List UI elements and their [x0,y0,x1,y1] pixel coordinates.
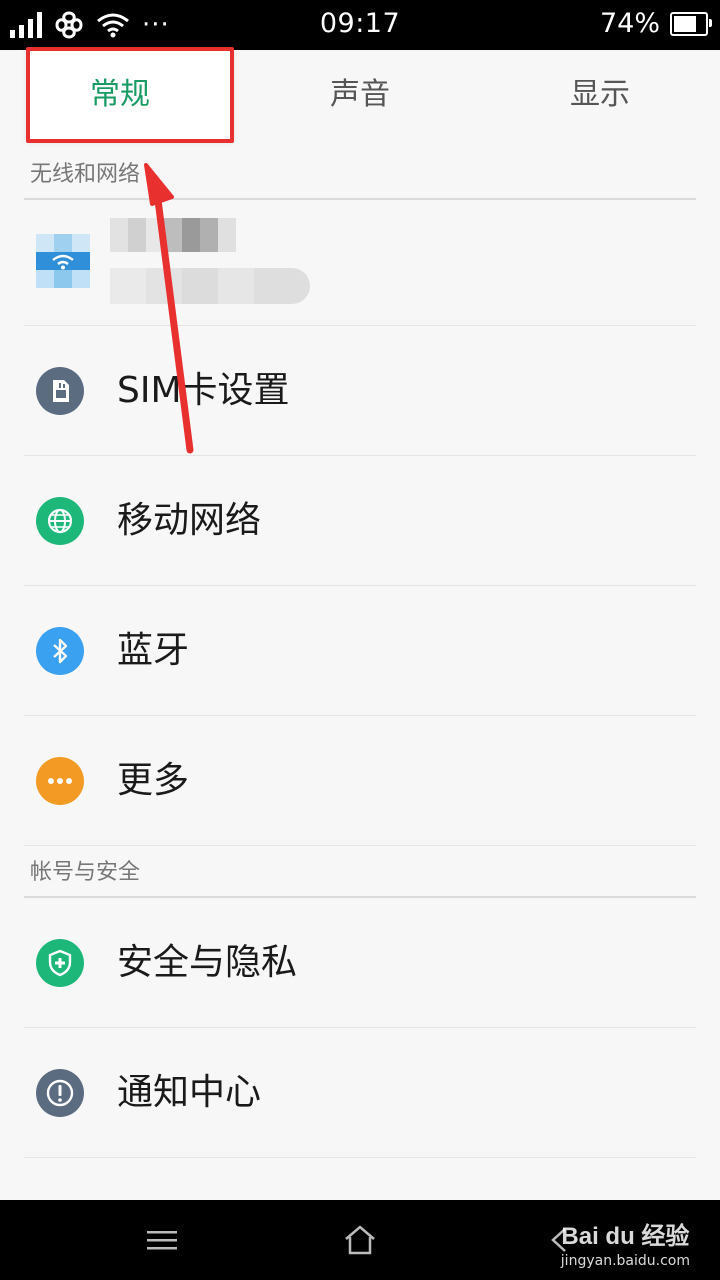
wifi-status-blurred [110,268,310,304]
section-header-account: 帐号与安全 [24,848,696,898]
wifi-name-blurred [110,218,236,252]
status-bar: ··· 09:17 74% [0,0,720,50]
bluetooth-label: 蓝牙 [117,630,190,671]
bluetooth-icon [36,627,84,675]
sim-card-icon [36,367,84,415]
home-button[interactable] [300,1200,420,1280]
battery-icon [670,11,712,36]
bluetooth-row[interactable]: 蓝牙 [24,586,696,716]
shield-icon [36,939,84,987]
section-header-wireless: 无线和网络 [24,150,696,200]
watermark-brand: Bai du 经验 [561,1223,690,1250]
sim-settings-row[interactable]: SIM卡设置 [24,326,696,456]
more-label: 更多 [117,760,190,801]
notification-center-label: 通知中心 [117,1072,262,1113]
wifi-icon [36,234,90,288]
security-privacy-row[interactable]: 安全与隐私 [24,898,696,1028]
settings-screen: ··· 09:17 74% 常规 声音 显示 无线和网络 SIM卡设置 移动网络… [0,0,720,1280]
tab-sound[interactable]: 声音 [240,50,480,140]
menu-icon [147,1231,177,1250]
sim-settings-label: SIM卡设置 [117,370,290,411]
more-icon [36,757,84,805]
mobile-network-row[interactable]: 移动网络 [24,456,696,586]
battery-fill [674,15,697,32]
watermark-url: jingyan.baidu.com [560,1253,690,1269]
notification-center-row[interactable]: 通知中心 [24,1028,696,1158]
wifi-row[interactable] [24,196,696,326]
menu-button[interactable] [102,1200,222,1280]
security-privacy-label: 安全与隐私 [117,942,298,983]
navigation-bar: Bai du 经验 jingyan.baidu.com [0,1200,720,1280]
status-right: 74% [599,8,712,39]
exclamation-icon [36,1069,84,1117]
battery-percent: 74% [599,8,660,39]
tab-bar: 常规 声音 显示 [0,47,720,143]
tab-display[interactable]: 显示 [480,50,720,140]
globe-icon [36,497,84,545]
mobile-network-label: 移动网络 [117,500,262,541]
more-row[interactable]: 更多 [24,716,696,846]
home-icon [345,1225,375,1255]
baidu-watermark: Bai du 经验 jingyan.baidu.com [561,1216,690,1269]
tab-general[interactable]: 常规 [0,50,240,140]
